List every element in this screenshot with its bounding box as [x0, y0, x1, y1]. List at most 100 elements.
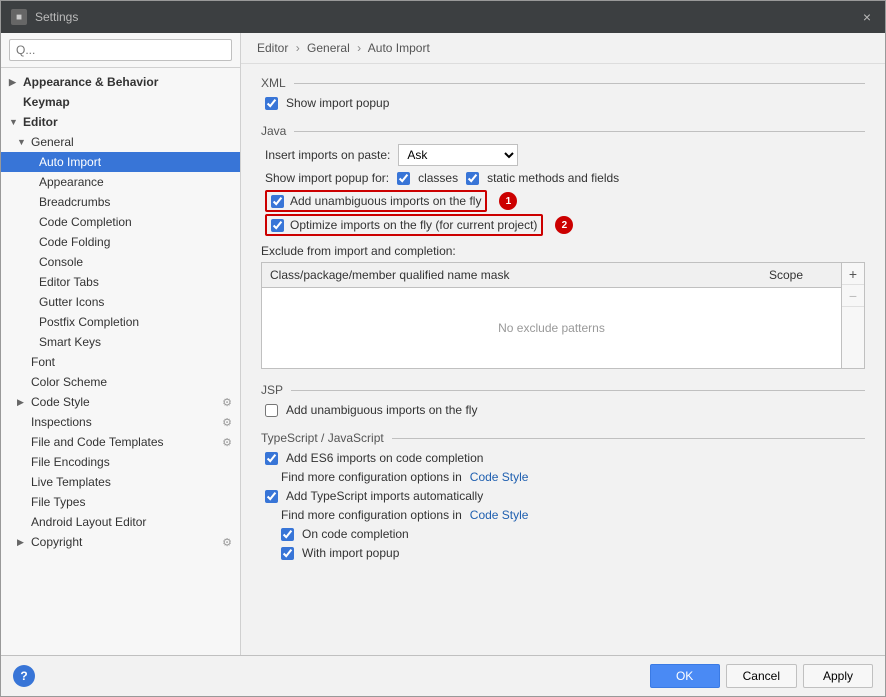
dialog-body: ▶ Appearance & Behavior Keymap ▼ Editor … — [1, 33, 885, 655]
sidebar-item-label: Live Templates — [31, 475, 111, 489]
expand-arrow — [17, 477, 27, 487]
exclude-table-container: Class/package/member qualified name mask… — [261, 262, 865, 369]
breadcrumb: Editor › General › Auto Import — [241, 33, 885, 64]
cancel-button[interactable]: Cancel — [726, 664, 797, 688]
find-more-es6-prefix: Find more configuration options in — [281, 470, 462, 484]
sidebar-item-appearance-behavior[interactable]: ▶ Appearance & Behavior — [1, 72, 240, 92]
with-import-popup-row: With import popup — [261, 546, 865, 560]
dialog-title: Settings — [35, 10, 78, 24]
xml-show-import-popup-label: Show import popup — [286, 96, 389, 110]
content-area: XML Show import popup Java Insert import… — [241, 64, 885, 655]
breadcrumb-part-editor: Editor — [257, 41, 288, 55]
footer-buttons: OK Cancel Apply — [650, 664, 873, 688]
sidebar-item-postfix-completion[interactable]: Postfix Completion — [1, 312, 240, 332]
expand-arrow — [17, 377, 27, 387]
table-col-scope: Scope — [761, 266, 841, 284]
java-static-checkbox[interactable] — [466, 172, 479, 185]
table-actions: + − — [841, 263, 864, 368]
expand-arrow — [25, 157, 35, 167]
sidebar-item-label: Postfix Completion — [39, 315, 139, 329]
xml-show-import-popup-checkbox[interactable] — [265, 97, 278, 110]
expand-arrow — [17, 437, 27, 447]
expand-arrow — [17, 497, 27, 507]
sidebar-item-inspections[interactable]: Inspections ⚙ — [1, 412, 240, 432]
sidebar-item-appearance[interactable]: Appearance — [1, 172, 240, 192]
sidebar-item-code-completion[interactable]: Code Completion — [1, 212, 240, 232]
expand-arrow — [25, 337, 35, 347]
sidebar-item-console[interactable]: Console — [1, 252, 240, 272]
ok-button[interactable]: OK — [650, 664, 720, 688]
add-typescript-checkbox[interactable] — [265, 490, 278, 503]
dialog-footer: ? OK Cancel Apply — [1, 655, 885, 696]
breadcrumb-part-autoimport: Auto Import — [368, 41, 430, 55]
sidebar-tree: ▶ Appearance & Behavior Keymap ▼ Editor … — [1, 68, 240, 655]
add-es6-label: Add ES6 imports on code completion — [286, 451, 483, 465]
find-more-es6-row: Find more configuration options in Code … — [261, 470, 865, 484]
sidebar-item-editor-tabs[interactable]: Editor Tabs — [1, 272, 240, 292]
sidebar-item-file-encodings[interactable]: File Encodings — [1, 452, 240, 472]
expand-arrow — [25, 197, 35, 207]
sidebar-item-label: General — [31, 135, 74, 149]
sidebar-item-android-layout-editor[interactable]: Android Layout Editor — [1, 512, 240, 532]
with-import-popup-checkbox[interactable] — [281, 547, 294, 560]
exclude-section: Exclude from import and completion: Clas… — [261, 244, 865, 369]
app-icon: ■ — [11, 9, 27, 25]
jsp-unambiguous-label: Add unambiguous imports on the fly — [286, 403, 477, 417]
sidebar-item-label: Editor Tabs — [39, 275, 99, 289]
sidebar-item-code-folding[interactable]: Code Folding — [1, 232, 240, 252]
java-unambiguous-checkbox[interactable] — [271, 195, 284, 208]
on-code-completion-label: On code completion — [302, 527, 409, 541]
table-col-name: Class/package/member qualified name mask — [262, 266, 761, 284]
show-import-popup-for-label: Show import popup for: — [265, 171, 389, 185]
badge-1: 1 — [499, 192, 517, 210]
breadcrumb-separator: › — [296, 41, 300, 55]
java-optimize-checkbox[interactable] — [271, 219, 284, 232]
add-es6-checkbox[interactable] — [265, 452, 278, 465]
sidebar-item-auto-import[interactable]: Auto Import — [1, 152, 240, 172]
add-unambiguous-bordered: Add unambiguous imports on the fly — [265, 190, 487, 212]
sidebar-item-live-templates[interactable]: Live Templates — [1, 472, 240, 492]
insert-imports-select[interactable]: Ask Always Never — [398, 144, 518, 166]
table-add-button[interactable]: + — [842, 263, 864, 285]
jsp-unambiguous-checkbox[interactable] — [265, 404, 278, 417]
sidebar-item-copyright[interactable]: ▶ Copyright ⚙ — [1, 532, 240, 552]
search-input[interactable] — [9, 39, 232, 61]
java-section-label: Java — [261, 124, 865, 138]
sidebar-item-editor[interactable]: ▼ Editor — [1, 112, 240, 132]
sidebar-item-file-types[interactable]: File Types — [1, 492, 240, 512]
sidebar-item-label: File Types — [31, 495, 85, 509]
sidebar-item-font[interactable]: Font — [1, 352, 240, 372]
sidebar-item-code-style[interactable]: ▶ Code Style ⚙ — [1, 392, 240, 412]
apply-button[interactable]: Apply — [803, 664, 873, 688]
sidebar-item-gutter-icons[interactable]: Gutter Icons — [1, 292, 240, 312]
add-typescript-label: Add TypeScript imports automatically — [286, 489, 483, 503]
sidebar-item-color-scheme[interactable]: Color Scheme — [1, 372, 240, 392]
table-remove-button[interactable]: − — [842, 285, 864, 307]
expand-arrow — [17, 417, 27, 427]
sidebar-item-keymap[interactable]: Keymap — [1, 92, 240, 112]
jsp-section-label: JSP — [261, 383, 865, 397]
xml-section: XML Show import popup — [261, 76, 865, 110]
sidebar-item-file-code-templates[interactable]: File and Code Templates ⚙ — [1, 432, 240, 452]
expand-arrow — [25, 177, 35, 187]
on-code-completion-checkbox[interactable] — [281, 528, 294, 541]
sidebar-item-label: Code Completion — [39, 215, 132, 229]
add-es6-row: Add ES6 imports on code completion — [261, 451, 865, 465]
code-style-link-ts[interactable]: Code Style — [470, 508, 529, 522]
java-classes-checkbox[interactable] — [397, 172, 410, 185]
sidebar-item-smart-keys[interactable]: Smart Keys — [1, 332, 240, 352]
expand-arrow — [25, 217, 35, 227]
search-box — [1, 33, 240, 68]
sidebar-item-breadcrumbs[interactable]: Breadcrumbs — [1, 192, 240, 212]
tsjs-section-label: TypeScript / JavaScript — [261, 431, 865, 445]
sidebar-item-general[interactable]: ▼ General — [1, 132, 240, 152]
expand-arrow: ▶ — [9, 77, 19, 88]
code-style-link-es6[interactable]: Code Style — [470, 470, 529, 484]
sidebar-item-label: File and Code Templates — [31, 435, 164, 449]
gear-icon: ⚙ — [222, 436, 232, 449]
gear-icon: ⚙ — [222, 536, 232, 549]
help-button[interactable]: ? — [13, 665, 35, 687]
close-button[interactable]: × — [859, 7, 875, 27]
sidebar-item-label: Appearance & Behavior — [23, 75, 158, 89]
expand-arrow — [25, 297, 35, 307]
